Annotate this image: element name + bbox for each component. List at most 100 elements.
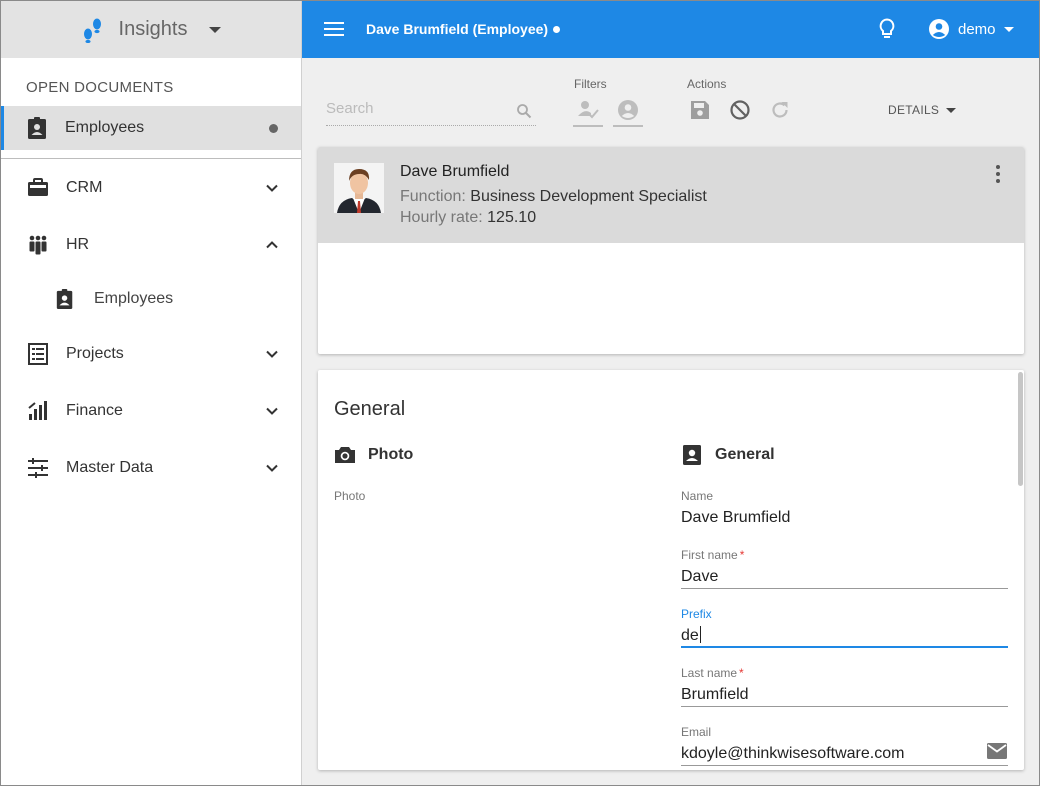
record-function: Function: Business Development Specialis… [400, 188, 707, 206]
sidebar-item-label: Projects [66, 344, 124, 362]
section-title: General [334, 398, 406, 420]
refresh-icon [772, 102, 788, 118]
chevron-down-icon [266, 464, 278, 472]
photo-group-title: Photo [368, 446, 414, 463]
last-name-input[interactable]: Brumfield [681, 683, 1008, 707]
prefix-field[interactable]: Prefix de [681, 607, 1008, 648]
lightbulb-icon[interactable] [877, 18, 897, 40]
chevron-down-icon [266, 184, 278, 192]
sidebar-item-master-data[interactable]: Master Data [1, 439, 301, 496]
unsaved-dot-icon [269, 124, 278, 133]
prefix-value: de [681, 627, 699, 644]
scrollbar[interactable] [1018, 372, 1023, 486]
record-name: Dave Brumfield [400, 163, 510, 180]
general-group-header: General [681, 444, 775, 466]
record-card[interactable]: Dave Brumfield Function: Business Develo… [318, 147, 1024, 354]
camera-icon [335, 447, 355, 463]
field-label: First name * [681, 548, 1008, 562]
filter-underline [573, 125, 603, 127]
photo-field-label: Photo [334, 489, 366, 503]
open-documents-title: OPEN DOCUMENTS [26, 79, 174, 96]
sidebar-item-crm[interactable]: CRM [1, 159, 301, 216]
chevron-down-icon [266, 407, 278, 415]
user-name: demo [958, 20, 996, 38]
refresh-button[interactable] [766, 96, 794, 124]
sidebar-item-projects[interactable]: Projects [1, 325, 301, 382]
required-mark: * [739, 548, 745, 562]
page-title-text: Dave Brumfield (Employee) [366, 21, 549, 37]
email-input[interactable]: kdoyle@thinkwisesoftware.com [681, 742, 1008, 766]
app-switcher[interactable]: Insights [1, 1, 301, 58]
badge-icon [28, 117, 46, 139]
chevron-up-icon [266, 240, 278, 248]
function-key: Function: [400, 188, 466, 205]
open-document-employees[interactable]: Employees [1, 106, 301, 150]
email-label: Email [681, 725, 712, 739]
details-label: DETAILS [888, 103, 940, 117]
chevron-down-icon [266, 350, 278, 358]
sidebar-subitem-label: Employees [94, 290, 174, 307]
search-input[interactable] [326, 100, 506, 117]
filter-user-button[interactable] [614, 96, 642, 124]
chart-icon [28, 400, 47, 420]
general-group-title: General [715, 446, 775, 463]
user-menu[interactable]: demo [928, 18, 1014, 40]
filter-underline [613, 125, 643, 127]
sidebar-item-label: Master Data [66, 458, 154, 476]
menu-icon[interactable] [324, 21, 344, 37]
cancel-button[interactable] [726, 96, 754, 124]
sidebar-item-label: HR [66, 235, 90, 253]
prefix-input[interactable]: de [681, 624, 1008, 648]
photo-group-header: Photo [334, 444, 413, 466]
chevron-down-icon [1003, 26, 1014, 32]
chevron-down-icon [209, 26, 222, 33]
rate-key: Hourly rate: [400, 209, 483, 226]
search-icon[interactable] [516, 103, 532, 119]
unsaved-dot-icon [553, 26, 561, 33]
main-content: Filters Actions [302, 58, 1039, 785]
first-name-field[interactable]: First name * Dave [681, 548, 1008, 589]
sidebar: Insights OPEN DOCUMENTS Employees CRM HR… [1, 1, 302, 785]
name-value: Dave Brumfield [681, 509, 791, 526]
employee-photo-icon [334, 163, 384, 213]
record-rate: Hourly rate: 125.10 [400, 209, 536, 227]
actions-label: Actions [687, 77, 727, 91]
app-window: Insights OPEN DOCUMENTS Employees CRM HR… [0, 0, 1040, 786]
prefix-label: Prefix [681, 607, 712, 621]
people-icon [29, 235, 47, 254]
sidebar-item-finance[interactable]: Finance [1, 382, 301, 439]
top-bar: Dave Brumfield (Employee) demo [302, 1, 1039, 58]
footprints-icon [83, 18, 101, 43]
field-label: Prefix [681, 607, 1008, 621]
more-vert-icon[interactable] [996, 165, 1000, 183]
required-mark: * [739, 666, 744, 680]
details-dropdown[interactable]: DETAILS [888, 103, 957, 117]
sidebar-item-hr[interactable]: HR [1, 216, 301, 273]
first-name-input[interactable]: Dave [681, 565, 1008, 589]
save-button[interactable] [686, 96, 714, 124]
rate-value: 125.10 [487, 209, 537, 226]
field-label: Name [681, 489, 1008, 503]
person-check-icon [578, 101, 599, 119]
filters-label: Filters [574, 77, 607, 91]
sidebar-item-label: Finance [66, 401, 123, 419]
badge-icon [56, 289, 73, 309]
last-name-label: Last name [681, 666, 738, 680]
tune-icon [28, 457, 48, 478]
email-field[interactable]: Email kdoyle@thinkwisesoftware.com [681, 725, 1008, 766]
list-icon [28, 342, 48, 365]
first-name-label: First name [681, 548, 738, 562]
function-value: Business Development Specialist [470, 188, 707, 205]
page-title: Dave Brumfield (Employee) [366, 21, 561, 37]
cancel-icon [730, 100, 750, 120]
filter-person-button[interactable] [574, 96, 602, 124]
field-label: Email [681, 725, 1008, 739]
app-name: Insights [118, 18, 188, 40]
chevron-down-icon [946, 107, 957, 113]
mail-icon[interactable] [986, 742, 1008, 760]
name-field: Name Dave Brumfield [681, 489, 1008, 530]
account-circle-icon [929, 19, 949, 39]
sidebar-subitem-employees[interactable]: Employees [1, 273, 301, 325]
last-name-field[interactable]: Last name * Brumfield [681, 666, 1008, 707]
text-cursor [699, 626, 701, 643]
